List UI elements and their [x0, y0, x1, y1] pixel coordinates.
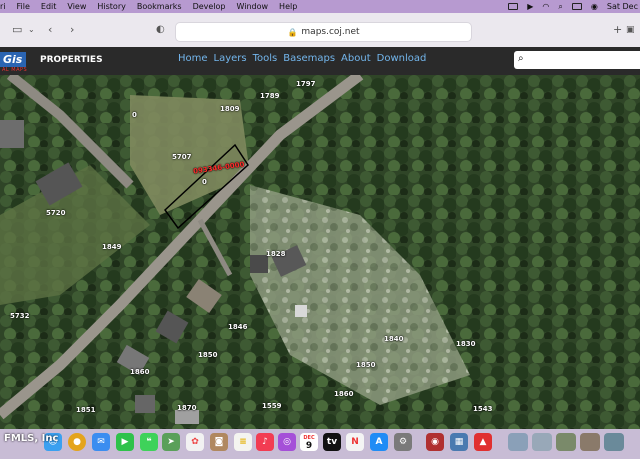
calendar-day: 9: [305, 441, 313, 451]
notes-icon[interactable]: ≡: [234, 433, 252, 451]
nav-about[interactable]: About: [341, 53, 371, 64]
reminder-icon[interactable]: ▲: [474, 433, 492, 451]
menu-view[interactable]: View: [67, 2, 86, 11]
parcel-label: 1809: [220, 105, 240, 113]
parcel-label: 1830: [456, 340, 476, 348]
photo-booth-icon[interactable]: ◉: [426, 433, 444, 451]
menu-bar: ri File Edit View History Bookmarks Deve…: [0, 0, 640, 13]
nav-home[interactable]: Home: [178, 53, 208, 64]
nav-download[interactable]: Download: [377, 53, 427, 64]
parcel-label: 1860: [130, 368, 150, 376]
calendar-icon[interactable]: DEC 9: [300, 433, 318, 451]
parcel-label: 1543: [473, 405, 493, 413]
minimized-window-4[interactable]: [580, 433, 600, 451]
apple-menu[interactable]: ri: [0, 2, 6, 11]
contacts-icon[interactable]: ◙: [210, 433, 228, 451]
site-logo[interactable]: Gis: [0, 52, 27, 67]
plus-tab-icon[interactable]: +: [613, 23, 622, 36]
menu-edit[interactable]: Edit: [41, 2, 57, 11]
back-icon[interactable]: ‹: [48, 23, 52, 36]
search-icon: ⌕: [518, 53, 524, 64]
url-text: maps.coj.net: [301, 27, 360, 37]
parcel-label: 1850: [356, 361, 376, 369]
nav-tools[interactable]: Tools: [253, 53, 278, 64]
chrome-icon[interactable]: ●: [68, 433, 86, 451]
menu-clock[interactable]: Sat Dec: [607, 2, 638, 11]
parcel-label: 1851: [76, 406, 96, 414]
lock-icon: 🔒: [287, 27, 298, 37]
play-icon[interactable]: ▶: [527, 2, 533, 11]
menu-window[interactable]: Window: [237, 2, 269, 11]
parcel-label: 1828: [266, 250, 286, 258]
battery-icon[interactable]: [508, 3, 519, 10]
listing-watermark: FMLS, Inc: [4, 433, 59, 444]
parcel-label: 5720: [46, 209, 66, 217]
menu-help[interactable]: Help: [279, 2, 297, 11]
parcel-label: 1850: [198, 351, 218, 359]
aerial-map[interactable]: 093346-0000 1809 1789 1797 5707 0 5720 1…: [0, 75, 640, 429]
tab-overview-icon[interactable]: ▣: [626, 25, 635, 35]
main-nav: Home Layers Tools Basemaps About Downloa…: [178, 53, 426, 64]
preview-icon[interactable]: ▦: [450, 433, 468, 451]
podcasts-icon[interactable]: ◎: [278, 433, 296, 451]
search-input[interactable]: ⌕: [514, 51, 640, 69]
news-icon[interactable]: N: [346, 433, 364, 451]
parcel-label: 0: [202, 178, 207, 186]
shield-icon[interactable]: ◐: [156, 24, 165, 35]
menu-bookmarks[interactable]: Bookmarks: [137, 2, 182, 11]
minimized-window-2[interactable]: [532, 433, 552, 451]
parcel-label: 1840: [384, 335, 404, 343]
facetime-icon[interactable]: ▶: [116, 433, 134, 451]
sidebar-toggle-icon[interactable]: ▭: [12, 23, 22, 36]
music-icon[interactable]: ♪: [256, 433, 274, 451]
parcel-label: 1849: [102, 243, 122, 251]
minimized-window-5[interactable]: [604, 433, 624, 451]
app-store-icon[interactable]: A: [370, 433, 388, 451]
sidebar-chevron-icon[interactable]: ⌄: [28, 25, 35, 34]
address-bar[interactable]: 🔒 maps.coj.net: [175, 22, 472, 42]
brand-title: PROPERTIES: [40, 55, 103, 65]
parcel-label: 1559: [262, 402, 282, 410]
aerial-imagery: [0, 75, 640, 429]
nav-layers[interactable]: Layers: [214, 53, 247, 64]
parcel-label: 1860: [334, 390, 354, 398]
messages-icon[interactable]: ❝: [140, 433, 158, 451]
parcel-label: 5707: [172, 153, 192, 161]
parcel-label: 1797: [296, 80, 316, 88]
parcel-label: 0: [132, 111, 137, 119]
minimized-window-1[interactable]: [508, 433, 528, 451]
menu-file[interactable]: File: [17, 2, 30, 11]
menu-develop[interactable]: Develop: [193, 2, 226, 11]
wifi-icon[interactable]: ◠: [542, 2, 549, 11]
parcel-label: 5732: [10, 312, 30, 320]
siri-icon[interactable]: ◉: [591, 2, 598, 11]
parcel-label: 1870: [177, 404, 197, 412]
photos-icon[interactable]: ✿: [186, 433, 204, 451]
system-preferences-icon[interactable]: ⚙: [394, 433, 412, 451]
forward-icon[interactable]: ›: [70, 23, 74, 36]
nav-basemaps[interactable]: Basemaps: [283, 53, 335, 64]
menu-history[interactable]: History: [97, 2, 125, 11]
parcel-label: 1789: [260, 92, 280, 100]
parcel-label: 1846: [228, 323, 248, 331]
mail-icon[interactable]: ✉: [92, 433, 110, 451]
search-icon[interactable]: ⌕: [558, 2, 562, 12]
logo-subtitle: AL MAPS: [2, 67, 28, 73]
control-center-icon[interactable]: [571, 3, 582, 10]
apple-tv-icon[interactable]: tv: [323, 433, 341, 451]
minimized-window-3[interactable]: [556, 433, 576, 451]
maps-icon[interactable]: ➤: [162, 433, 180, 451]
